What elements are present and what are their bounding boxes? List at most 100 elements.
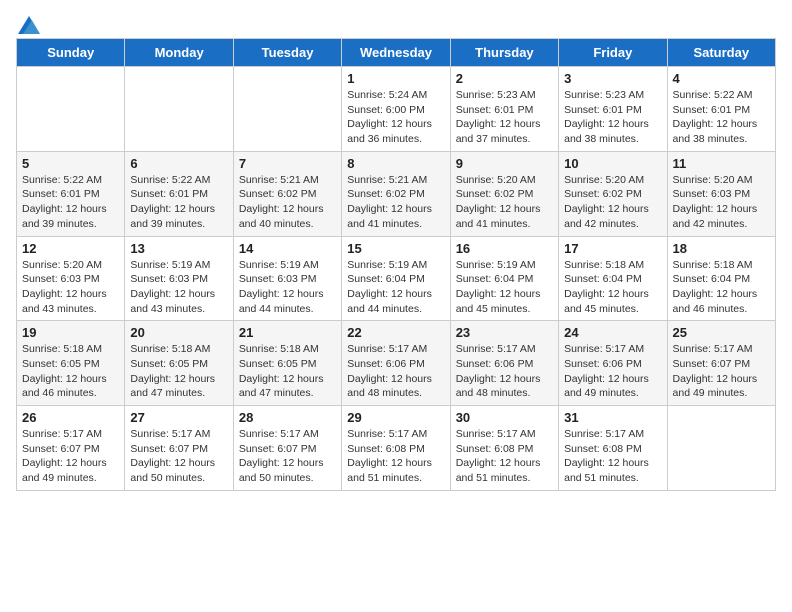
day-number: 6 xyxy=(130,156,227,171)
day-info: Sunrise: 5:18 AMSunset: 6:05 PMDaylight:… xyxy=(130,342,227,401)
calendar-row: 12 Sunrise: 5:20 AMSunset: 6:03 PMDayligh… xyxy=(17,236,776,321)
day-number: 24 xyxy=(564,325,661,340)
empty-cell xyxy=(17,67,125,152)
calendar-day-cell: 19 Sunrise: 5:18 AMSunset: 6:05 PMDayligh… xyxy=(17,321,125,406)
day-info: Sunrise: 5:20 AMSunset: 6:02 PMDaylight:… xyxy=(564,173,661,232)
day-info: Sunrise: 5:18 AMSunset: 6:04 PMDaylight:… xyxy=(564,258,661,317)
calendar-day-cell: 6 Sunrise: 5:22 AMSunset: 6:01 PMDaylight… xyxy=(125,151,233,236)
weekday-header: Friday xyxy=(559,39,667,67)
day-info: Sunrise: 5:17 AMSunset: 6:07 PMDaylight:… xyxy=(22,427,119,486)
calendar-day-cell: 29 Sunrise: 5:17 AMSunset: 6:08 PMDayligh… xyxy=(342,406,450,491)
day-info: Sunrise: 5:17 AMSunset: 6:08 PMDaylight:… xyxy=(347,427,444,486)
day-info: Sunrise: 5:17 AMSunset: 6:08 PMDaylight:… xyxy=(456,427,553,486)
day-number: 30 xyxy=(456,410,553,425)
calendar-row: 26 Sunrise: 5:17 AMSunset: 6:07 PMDayligh… xyxy=(17,406,776,491)
weekday-header: Thursday xyxy=(450,39,558,67)
day-info: Sunrise: 5:22 AMSunset: 6:01 PMDaylight:… xyxy=(673,88,770,147)
page-header xyxy=(16,16,776,30)
calendar-day-cell: 9 Sunrise: 5:20 AMSunset: 6:02 PMDaylight… xyxy=(450,151,558,236)
day-number: 4 xyxy=(673,71,770,86)
weekday-header: Wednesday xyxy=(342,39,450,67)
day-number: 5 xyxy=(22,156,119,171)
calendar-day-cell: 25Sunrise: 5:17 AMSunset: 6:07 PMDayligh… xyxy=(667,321,775,406)
calendar-day-cell: 15Sunrise: 5:19 AMSunset: 6:04 PMDayligh… xyxy=(342,236,450,321)
day-info: Sunrise: 5:17 AMSunset: 6:07 PMDaylight:… xyxy=(130,427,227,486)
day-info: Sunrise: 5:17 AMSunset: 6:06 PMDaylight:… xyxy=(564,342,661,401)
day-number: 29 xyxy=(347,410,444,425)
day-info: Sunrise: 5:21 AMSunset: 6:02 PMDaylight:… xyxy=(239,173,336,232)
day-info: Sunrise: 5:19 AMSunset: 6:04 PMDaylight:… xyxy=(347,258,444,317)
day-info: Sunrise: 5:23 AMSunset: 6:01 PMDaylight:… xyxy=(456,88,553,147)
day-info: Sunrise: 5:19 AMSunset: 6:04 PMDaylight:… xyxy=(456,258,553,317)
day-number: 22 xyxy=(347,325,444,340)
calendar-day-cell: 11 Sunrise: 5:20 AMSunset: 6:03 PMDayligh… xyxy=(667,151,775,236)
empty-cell xyxy=(125,67,233,152)
day-number: 20 xyxy=(130,325,227,340)
calendar-day-cell: 4 Sunrise: 5:22 AMSunset: 6:01 PMDaylight… xyxy=(667,67,775,152)
day-number: 12 xyxy=(22,241,119,256)
calendar-day-cell: 12 Sunrise: 5:20 AMSunset: 6:03 PMDayligh… xyxy=(17,236,125,321)
day-info: Sunrise: 5:18 AMSunset: 6:05 PMDaylight:… xyxy=(239,342,336,401)
calendar-day-cell: 17 Sunrise: 5:18 AMSunset: 6:04 PMDayligh… xyxy=(559,236,667,321)
calendar-day-cell: 7 Sunrise: 5:21 AMSunset: 6:02 PMDaylight… xyxy=(233,151,341,236)
weekday-header: Tuesday xyxy=(233,39,341,67)
calendar-table: SundayMondayTuesdayWednesdayThursdayFrid… xyxy=(16,38,776,491)
calendar-row: 5 Sunrise: 5:22 AMSunset: 6:01 PMDaylight… xyxy=(17,151,776,236)
calendar-day-cell: 13 Sunrise: 5:19 AMSunset: 6:03 PMDayligh… xyxy=(125,236,233,321)
day-number: 2 xyxy=(456,71,553,86)
day-info: Sunrise: 5:20 AMSunset: 6:03 PMDaylight:… xyxy=(673,173,770,232)
day-number: 10 xyxy=(564,156,661,171)
day-info: Sunrise: 5:21 AMSunset: 6:02 PMDaylight:… xyxy=(347,173,444,232)
calendar-day-cell: 18Sunrise: 5:18 AMSunset: 6:04 PMDayligh… xyxy=(667,236,775,321)
day-number: 14 xyxy=(239,241,336,256)
calendar-day-cell: 21 Sunrise: 5:18 AMSunset: 6:05 PMDayligh… xyxy=(233,321,341,406)
calendar-day-cell: 3 Sunrise: 5:23 AMSunset: 6:01 PMDaylight… xyxy=(559,67,667,152)
day-number: 27 xyxy=(130,410,227,425)
calendar-day-cell: 2 Sunrise: 5:23 AMSunset: 6:01 PMDaylight… xyxy=(450,67,558,152)
calendar-day-cell: 24 Sunrise: 5:17 AMSunset: 6:06 PMDayligh… xyxy=(559,321,667,406)
day-info: Sunrise: 5:23 AMSunset: 6:01 PMDaylight:… xyxy=(564,88,661,147)
calendar-row: 19 Sunrise: 5:18 AMSunset: 6:05 PMDayligh… xyxy=(17,321,776,406)
calendar-day-cell: 16 Sunrise: 5:19 AMSunset: 6:04 PMDayligh… xyxy=(450,236,558,321)
day-info: Sunrise: 5:17 AMSunset: 6:07 PMDaylight:… xyxy=(673,342,770,401)
day-info: Sunrise: 5:24 AMSunset: 6:00 PMDaylight:… xyxy=(347,88,444,147)
day-number: 28 xyxy=(239,410,336,425)
day-info: Sunrise: 5:17 AMSunset: 6:07 PMDaylight:… xyxy=(239,427,336,486)
logo xyxy=(16,16,40,30)
day-info: Sunrise: 5:20 AMSunset: 6:02 PMDaylight:… xyxy=(456,173,553,232)
weekday-header: Saturday xyxy=(667,39,775,67)
day-number: 17 xyxy=(564,241,661,256)
day-number: 13 xyxy=(130,241,227,256)
day-number: 23 xyxy=(456,325,553,340)
logo-icon xyxy=(18,16,40,34)
calendar-day-cell: 14 Sunrise: 5:19 AMSunset: 6:03 PMDayligh… xyxy=(233,236,341,321)
calendar-day-cell: 1 Sunrise: 5:24 AMSunset: 6:00 PMDaylight… xyxy=(342,67,450,152)
day-info: Sunrise: 5:18 AMSunset: 6:05 PMDaylight:… xyxy=(22,342,119,401)
calendar-day-cell: 31Sunrise: 5:17 AMSunset: 6:08 PMDayligh… xyxy=(559,406,667,491)
day-number: 26 xyxy=(22,410,119,425)
calendar-day-cell: 22 Sunrise: 5:17 AMSunset: 6:06 PMDayligh… xyxy=(342,321,450,406)
calendar-day-cell: 10 Sunrise: 5:20 AMSunset: 6:02 PMDayligh… xyxy=(559,151,667,236)
empty-cell xyxy=(233,67,341,152)
day-info: Sunrise: 5:22 AMSunset: 6:01 PMDaylight:… xyxy=(130,173,227,232)
day-info: Sunrise: 5:18 AMSunset: 6:04 PMDaylight:… xyxy=(673,258,770,317)
calendar-day-cell: 8Sunrise: 5:21 AMSunset: 6:02 PMDaylight… xyxy=(342,151,450,236)
day-number: 16 xyxy=(456,241,553,256)
day-number: 7 xyxy=(239,156,336,171)
calendar-day-cell: 5Sunrise: 5:22 AMSunset: 6:01 PMDaylight… xyxy=(17,151,125,236)
day-number: 9 xyxy=(456,156,553,171)
day-number: 19 xyxy=(22,325,119,340)
calendar-day-cell: 26 Sunrise: 5:17 AMSunset: 6:07 PMDayligh… xyxy=(17,406,125,491)
day-info: Sunrise: 5:20 AMSunset: 6:03 PMDaylight:… xyxy=(22,258,119,317)
day-number: 11 xyxy=(673,156,770,171)
day-number: 21 xyxy=(239,325,336,340)
calendar-day-cell: 30 Sunrise: 5:17 AMSunset: 6:08 PMDayligh… xyxy=(450,406,558,491)
day-info: Sunrise: 5:19 AMSunset: 6:03 PMDaylight:… xyxy=(130,258,227,317)
day-info: Sunrise: 5:19 AMSunset: 6:03 PMDaylight:… xyxy=(239,258,336,317)
day-number: 3 xyxy=(564,71,661,86)
calendar-day-cell: 23Sunrise: 5:17 AMSunset: 6:06 PMDayligh… xyxy=(450,321,558,406)
day-number: 1 xyxy=(347,71,444,86)
weekday-header: Monday xyxy=(125,39,233,67)
day-info: Sunrise: 5:17 AMSunset: 6:06 PMDaylight:… xyxy=(347,342,444,401)
calendar-day-cell: 27 Sunrise: 5:17 AMSunset: 6:07 PMDayligh… xyxy=(125,406,233,491)
